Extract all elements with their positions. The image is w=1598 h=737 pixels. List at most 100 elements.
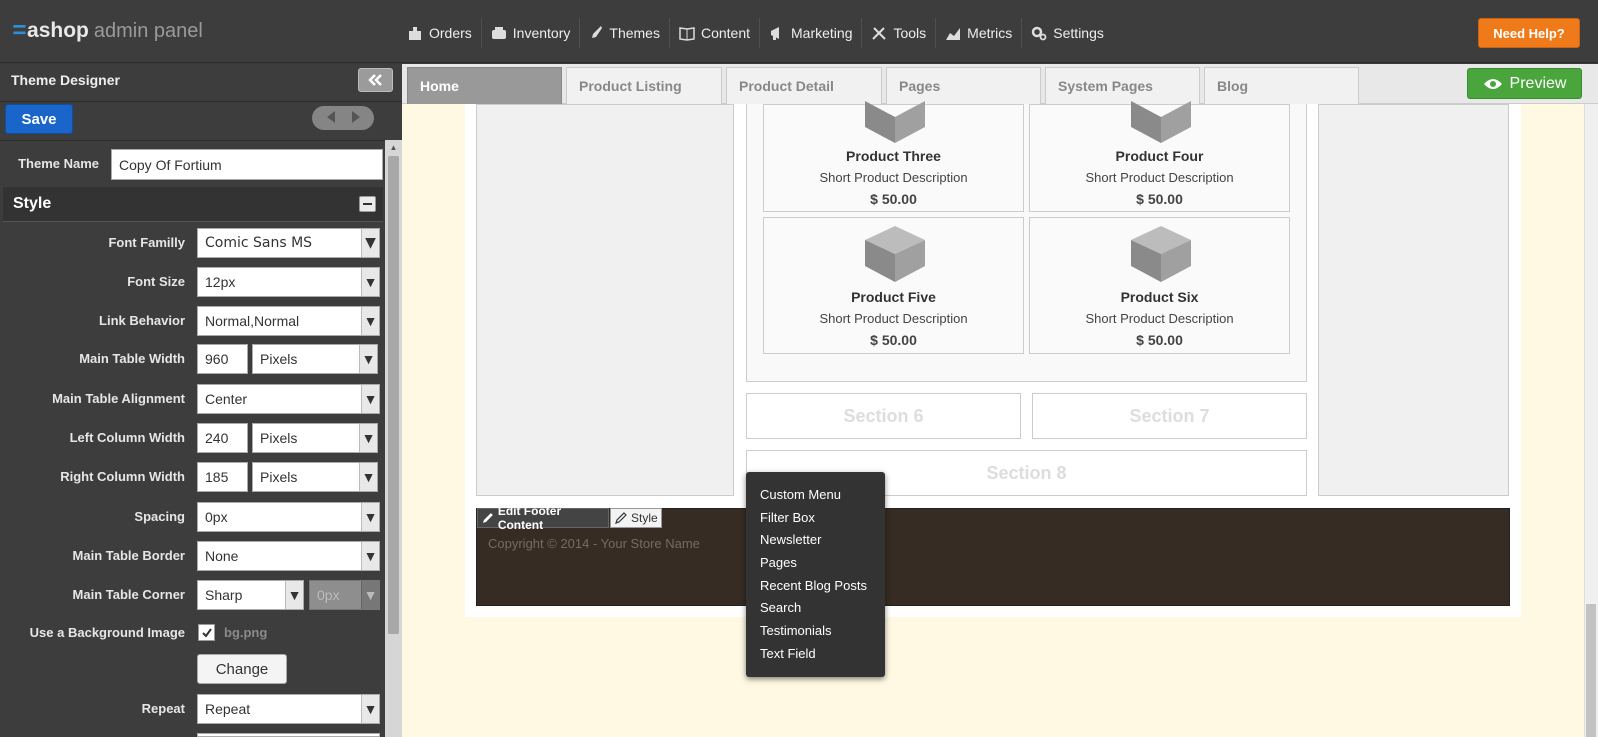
main-table-width-input[interactable]: 960 <box>197 344 248 374</box>
save-button[interactable]: Save <box>5 104 73 134</box>
theme-name-input[interactable]: Copy Of Fortium <box>111 149 383 180</box>
product-price: $ 50.00 <box>1136 332 1183 348</box>
nav-themes[interactable]: Themes <box>580 18 670 48</box>
main-table-width-unit: Pixels <box>260 351 298 367</box>
chevron-down-icon: ▼ <box>361 581 379 609</box>
tab-system-pages[interactable]: System Pages <box>1045 67 1200 104</box>
menu-item-text-field[interactable]: Text Field <box>746 642 885 665</box>
product-box-icon <box>865 101 925 143</box>
right-column-width-unit-select[interactable]: Pixels ▼ <box>252 462 378 492</box>
tab-home[interactable]: Home <box>407 67 562 104</box>
product-card[interactable]: Product Three Short Product Description … <box>763 101 1024 212</box>
product-box-icon <box>865 226 925 282</box>
chevron-down-icon: ▼ <box>361 542 379 570</box>
left-column-width-input[interactable]: 240 <box>197 423 248 453</box>
chevron-down-icon: ▼ <box>359 424 377 452</box>
style-section-header[interactable] <box>3 187 383 222</box>
link-behavior-select[interactable]: Normal,Normal ▼ <box>197 306 380 336</box>
menu-item-testimonials[interactable]: Testimonials <box>746 619 885 642</box>
chevron-down-icon: ▼ <box>361 268 379 296</box>
product-description: Short Product Description <box>1085 170 1234 185</box>
product-price: $ 50.00 <box>870 191 917 207</box>
scroll-up-arrow-icon[interactable]: ▲ <box>385 140 402 154</box>
section-6[interactable]: Section 6 <box>746 393 1021 439</box>
footer-style-button[interactable]: Style <box>610 508 662 528</box>
link-behavior-label: Link Behavior <box>99 313 185 328</box>
inventory-icon <box>491 27 506 39</box>
nav-marketing[interactable]: Marketing <box>760 18 863 48</box>
repeat-select[interactable]: Repeat ▼ <box>197 694 380 724</box>
canvas-scroll-thumb[interactable] <box>1586 604 1596 737</box>
product-card[interactable]: Product Four Short Product Description $… <box>1029 101 1290 212</box>
next-field-partial <box>197 733 380 737</box>
tab-blog[interactable]: Blog <box>1204 67 1359 104</box>
chevron-down-icon: ▼ <box>359 463 377 491</box>
collapse-sidebar-button[interactable] <box>358 68 393 92</box>
chevron-down-icon: ▼ <box>361 229 379 257</box>
need-help-button[interactable]: Need Help? <box>1478 18 1580 48</box>
logo-subtitle: admin panel <box>93 19 203 42</box>
section-7[interactable]: Section 7 <box>1032 393 1307 439</box>
tab-product-detail[interactable]: Product Detail <box>726 67 882 104</box>
nav-orders[interactable]: Orders <box>398 18 482 48</box>
chevron-down-icon: ▼ <box>361 307 379 335</box>
left-column-width-unit-select[interactable]: Pixels ▼ <box>252 423 378 453</box>
footer-style-label: Style <box>631 511 658 525</box>
product-card[interactable]: Product Six Short Product Description $ … <box>1029 217 1290 354</box>
sidebar-separator <box>0 140 402 141</box>
main-table-border-value: None <box>205 548 239 564</box>
sidebar-scroll-thumb[interactable] <box>388 156 399 634</box>
nav-inventory[interactable]: Inventory <box>482 18 581 48</box>
nav-content[interactable]: Content <box>670 18 761 48</box>
app-logo[interactable]: = ashop admin panel <box>12 14 203 48</box>
change-image-button[interactable]: Change <box>197 654 287 684</box>
product-box-icon <box>1131 226 1191 282</box>
menu-item-search[interactable]: Search <box>746 596 885 619</box>
collapse-style-button[interactable] <box>359 196 376 212</box>
right-column[interactable] <box>1318 104 1509 496</box>
tab-product-listing[interactable]: Product Listing <box>566 67 722 104</box>
preview-button[interactable]: Preview <box>1467 68 1582 99</box>
menu-item-recent-blog-posts[interactable]: Recent Blog Posts <box>746 574 885 597</box>
checkmark-icon <box>201 627 212 638</box>
chevron-down-icon: ▼ <box>361 503 379 531</box>
undo-redo-arrows <box>312 106 374 130</box>
chevron-down-icon: ▼ <box>361 695 379 723</box>
main-table-border-select[interactable]: None ▼ <box>197 541 380 571</box>
product-box-icon <box>1131 101 1191 143</box>
product-description: Short Product Description <box>819 170 968 185</box>
preview-label: Preview <box>1509 74 1567 92</box>
product-name: Product Three <box>846 148 941 164</box>
left-column-width-label: Left Column Width <box>69 430 185 445</box>
metrics-icon <box>946 28 961 40</box>
nav-settings[interactable]: Settings <box>1022 18 1113 48</box>
font-family-select[interactable]: Comic Sans MS ▼ <box>197 228 380 258</box>
nav-metrics[interactable]: Metrics <box>936 18 1023 48</box>
undo-arrow-icon[interactable] <box>325 110 337 127</box>
spacing-value: 0px <box>205 509 228 525</box>
menu-item-newsletter[interactable]: Newsletter <box>746 528 885 551</box>
tab-pages[interactable]: Pages <box>886 67 1041 104</box>
settings-icon <box>1032 26 1047 41</box>
nav-tools[interactable]: Tools <box>862 18 937 48</box>
main-table-width-unit-select[interactable]: Pixels ▼ <box>252 344 378 374</box>
redo-arrow-icon[interactable] <box>350 110 362 127</box>
edit-footer-content-button[interactable]: Edit Footer Content <box>477 504 609 532</box>
main-table-alignment-value: Center <box>205 391 248 407</box>
main-table-alignment-select[interactable]: Center ▼ <box>197 384 380 414</box>
background-image-checkbox[interactable] <box>198 624 215 641</box>
menu-item-pages[interactable]: Pages <box>746 551 885 574</box>
product-description: Short Product Description <box>819 311 968 326</box>
product-card[interactable]: Product Five Short Product Description $… <box>763 217 1024 354</box>
menu-item-filter-box[interactable]: Filter Box <box>746 506 885 529</box>
font-size-select[interactable]: 12px ▼ <box>197 267 380 297</box>
main-table-corner-select[interactable]: Sharp ▼ <box>197 580 304 610</box>
product-price: $ 50.00 <box>1136 191 1183 207</box>
themes-icon <box>592 26 603 38</box>
left-column[interactable] <box>476 104 734 496</box>
background-image-filename: bg.png <box>224 625 268 640</box>
right-column-width-input[interactable]: 185 <box>197 462 248 492</box>
product-name: Product Five <box>851 289 936 305</box>
menu-item-custom-menu[interactable]: Custom Menu <box>746 483 885 506</box>
spacing-select[interactable]: 0px ▼ <box>197 502 380 532</box>
